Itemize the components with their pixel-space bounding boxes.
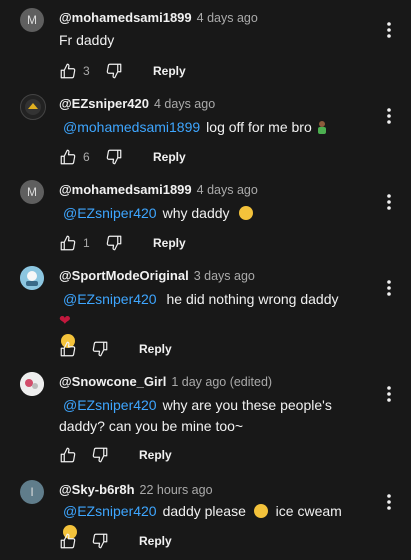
comment-body: log off for me bro: [206, 119, 312, 135]
avatar[interactable]: I: [20, 480, 44, 504]
comment-text: @EZsniper420 why are you these people's d…: [59, 395, 349, 437]
comment-actions: 6 Reply: [57, 146, 186, 168]
comment-header: @mohamedsami1899 4 days ago: [59, 182, 258, 197]
pleading-face-emoji-icon: [253, 504, 268, 518]
person-shrug-emoji-icon: [316, 119, 328, 134]
thumbs-up-icon[interactable]: [57, 338, 79, 360]
reply-button[interactable]: Reply: [139, 342, 172, 356]
mention-link[interactable]: @EZsniper420: [63, 205, 157, 221]
comment-body: he did nothing wrong daddy: [166, 291, 339, 307]
like-count: 3: [83, 64, 90, 78]
more-vert-icon[interactable]: [381, 18, 397, 42]
reply-button[interactable]: Reply: [153, 236, 186, 250]
avatar[interactable]: [20, 266, 44, 290]
comment-text: @EZsniper420 why daddy: [59, 203, 349, 224]
thumbs-down-icon[interactable]: [103, 146, 125, 168]
thumbs-up-icon[interactable]: [57, 444, 79, 466]
thumbs-down-icon[interactable]: [103, 60, 125, 82]
comment-time[interactable]: 4 days ago: [197, 183, 258, 197]
mention-link[interactable]: @EZsniper420: [63, 503, 157, 519]
comment-time[interactable]: 22 hours ago: [140, 483, 213, 497]
more-vert-icon[interactable]: [381, 190, 397, 214]
reply-button[interactable]: Reply: [153, 64, 186, 78]
comment-body: Fr daddy: [59, 32, 115, 48]
comment-body: daddy please: [162, 503, 246, 519]
comment-actions: Reply: [57, 530, 172, 552]
author-handle[interactable]: @mohamedsami1899: [59, 182, 192, 197]
comment-actions: Reply: [57, 338, 172, 360]
comment-body: why daddy: [162, 205, 230, 221]
comment-text: @mohamedsami1899 log off for me bro: [59, 117, 349, 138]
avatar[interactable]: [20, 372, 44, 396]
thumbs-down-icon[interactable]: [103, 232, 125, 254]
mention-link[interactable]: @EZsniper420: [63, 291, 157, 307]
author-handle[interactable]: @Snowcone_Girl: [59, 374, 166, 389]
more-vert-icon[interactable]: [381, 104, 397, 128]
more-vert-icon[interactable]: [381, 382, 397, 406]
comment-actions: Reply: [57, 444, 172, 466]
avatar-image: [20, 266, 44, 290]
more-vert-icon[interactable]: [381, 490, 397, 514]
thumbs-down-icon[interactable]: [89, 530, 111, 552]
comment-header: @mohamedsami1899 4 days ago: [59, 10, 258, 25]
reply-button[interactable]: Reply: [139, 448, 172, 462]
comment-actions: 1 Reply: [57, 232, 186, 254]
thumbs-up-icon[interactable]: [57, 146, 79, 168]
comment-header: @SportModeOriginal 3 days ago: [59, 268, 255, 283]
thumbs-up-icon[interactable]: [57, 60, 79, 82]
avatar[interactable]: [20, 94, 46, 120]
author-handle[interactable]: @Sky-b6r8h: [59, 482, 135, 497]
confused-face-emoji-icon: [239, 206, 254, 220]
more-vert-icon[interactable]: [381, 276, 397, 300]
avatar[interactable]: M: [20, 8, 44, 32]
author-handle[interactable]: @EZsniper420: [59, 96, 149, 111]
comment-time[interactable]: 3 days ago: [194, 269, 255, 283]
thumbs-up-icon[interactable]: [57, 232, 79, 254]
comment-text: Fr daddy: [59, 30, 349, 51]
author-handle[interactable]: @mohamedsami1899: [59, 10, 192, 25]
comment-actions: 3 Reply: [57, 60, 186, 82]
comment-header: @Sky-b6r8h 22 hours ago: [59, 482, 213, 497]
avatar-image: [20, 372, 44, 396]
like-count: 6: [83, 150, 90, 164]
reply-button[interactable]: Reply: [139, 534, 172, 548]
comment-header: @EZsniper420 4 days ago: [59, 96, 215, 111]
avatar-image: [25, 99, 41, 115]
comment-time[interactable]: 4 days ago: [154, 97, 215, 111]
thumbs-up-icon[interactable]: [57, 530, 79, 552]
author-handle[interactable]: @SportModeOriginal: [59, 268, 189, 283]
thumbs-down-icon[interactable]: [89, 338, 111, 360]
avatar[interactable]: M: [20, 180, 44, 204]
comment-body-continued: ice cweam: [275, 503, 342, 519]
mention-link[interactable]: @EZsniper420: [63, 397, 157, 413]
like-count: 1: [83, 236, 90, 250]
reply-button[interactable]: Reply: [153, 150, 186, 164]
broken-heart-emoji-icon: ❤: [59, 312, 71, 328]
comment-time[interactable]: 4 days ago: [197, 11, 258, 25]
comment-time[interactable]: 1 day ago (edited): [171, 375, 272, 389]
mention-link[interactable]: @mohamedsami1899: [63, 119, 200, 135]
thumbs-down-icon[interactable]: [89, 444, 111, 466]
comment-header: @Snowcone_Girl 1 day ago (edited): [59, 374, 272, 389]
